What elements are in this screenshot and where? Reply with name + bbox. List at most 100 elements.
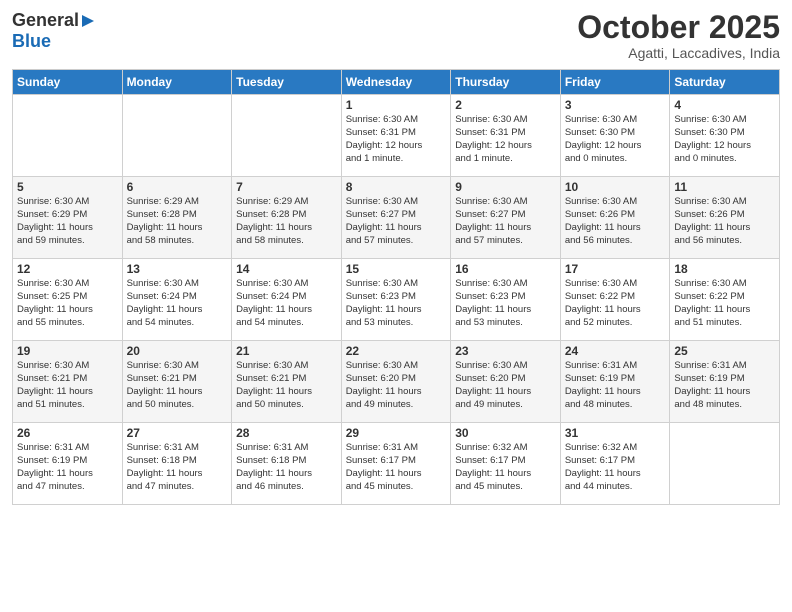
day-number: 18 xyxy=(674,262,775,276)
day-number: 1 xyxy=(346,98,447,112)
day-cell: 10Sunrise: 6:30 AM Sunset: 6:26 PM Dayli… xyxy=(560,177,670,259)
day-cell: 12 Sunrise: 6:30 AM Sunset: 6:25 PM Dayli… xyxy=(13,259,123,341)
day-number: 27 xyxy=(127,426,228,440)
day-cell: 26Sunrise: 6:31 AM Sunset: 6:19 PM Dayli… xyxy=(13,423,123,505)
day-number: 16 xyxy=(455,262,556,276)
day-info: Sunrise: 6:31 AM Sunset: 6:19 PM Dayligh… xyxy=(674,360,775,411)
day-number: 10 xyxy=(565,180,666,194)
day-info: Sunrise: 6:30 AM Sunset: 6:25 PM Dayligh… xyxy=(17,278,118,329)
calendar-container: General Blue October 2025 Agatti, Laccad… xyxy=(0,0,792,612)
col-header-tuesday: Tuesday xyxy=(232,70,342,95)
day-cell: 14 Sunrise: 6:30 AM Sunset: 6:24 PM Dayli… xyxy=(232,259,342,341)
location-subtitle: Agatti, Laccadives, India xyxy=(577,45,780,61)
day-cell: 13 Sunrise: 6:30 AM Sunset: 6:24 PM Dayli… xyxy=(122,259,232,341)
calendar-table: SundayMondayTuesdayWednesdayThursdayFrid… xyxy=(12,69,780,505)
day-cell: 5Sunrise: 6:30 AM Sunset: 6:29 PM Daylig… xyxy=(13,177,123,259)
day-cell xyxy=(670,423,780,505)
day-info: Sunrise: 6:30 AM Sunset: 6:24 PM Dayligh… xyxy=(127,278,228,329)
day-cell xyxy=(232,95,342,177)
day-cell: 30Sunrise: 6:32 AM Sunset: 6:17 PM Dayli… xyxy=(451,423,561,505)
col-header-friday: Friday xyxy=(560,70,670,95)
day-info: Sunrise: 6:30 AM Sunset: 6:21 PM Dayligh… xyxy=(17,360,118,411)
col-header-saturday: Saturday xyxy=(670,70,780,95)
day-number: 13 xyxy=(127,262,228,276)
day-number: 22 xyxy=(346,344,447,358)
day-info: Sunrise: 6:30 AM Sunset: 6:22 PM Dayligh… xyxy=(565,278,666,329)
day-info: Sunrise: 6:31 AM Sunset: 6:17 PM Dayligh… xyxy=(346,442,447,493)
day-info: Sunrise: 6:30 AM Sunset: 6:21 PM Dayligh… xyxy=(236,360,337,411)
day-info: Sunrise: 6:30 AM Sunset: 6:27 PM Dayligh… xyxy=(346,196,447,247)
day-number: 11 xyxy=(674,180,775,194)
day-info: Sunrise: 6:30 AM Sunset: 6:20 PM Dayligh… xyxy=(455,360,556,411)
col-header-sunday: Sunday xyxy=(13,70,123,95)
day-info: Sunrise: 6:30 AM Sunset: 6:26 PM Dayligh… xyxy=(674,196,775,247)
day-cell: 1Sunrise: 6:30 AM Sunset: 6:31 PM Daylig… xyxy=(341,95,451,177)
week-row-4: 19 Sunrise: 6:30 AM Sunset: 6:21 PM Dayli… xyxy=(13,341,780,423)
day-info: Sunrise: 6:30 AM Sunset: 6:23 PM Dayligh… xyxy=(455,278,556,329)
day-info: Sunrise: 6:30 AM Sunset: 6:31 PM Dayligh… xyxy=(455,114,556,165)
day-number: 25 xyxy=(674,344,775,358)
col-header-thursday: Thursday xyxy=(451,70,561,95)
day-info: Sunrise: 6:31 AM Sunset: 6:18 PM Dayligh… xyxy=(236,442,337,493)
day-info: Sunrise: 6:30 AM Sunset: 6:23 PM Dayligh… xyxy=(346,278,447,329)
logo-blue: Blue xyxy=(12,31,51,52)
header: General Blue October 2025 Agatti, Laccad… xyxy=(12,10,780,61)
day-cell: 24Sunrise: 6:31 AM Sunset: 6:19 PM Dayli… xyxy=(560,341,670,423)
day-cell: 2Sunrise: 6:30 AM Sunset: 6:31 PM Daylig… xyxy=(451,95,561,177)
day-cell: 8 Sunrise: 6:30 AM Sunset: 6:27 PM Daylig… xyxy=(341,177,451,259)
day-cell: 22 Sunrise: 6:30 AM Sunset: 6:20 PM Dayli… xyxy=(341,341,451,423)
day-number: 31 xyxy=(565,426,666,440)
week-row-2: 5Sunrise: 6:30 AM Sunset: 6:29 PM Daylig… xyxy=(13,177,780,259)
header-row: SundayMondayTuesdayWednesdayThursdayFrid… xyxy=(13,70,780,95)
day-cell xyxy=(13,95,123,177)
day-number: 30 xyxy=(455,426,556,440)
day-info: Sunrise: 6:29 AM Sunset: 6:28 PM Dayligh… xyxy=(127,196,228,247)
day-cell xyxy=(122,95,232,177)
day-info: Sunrise: 6:30 AM Sunset: 6:20 PM Dayligh… xyxy=(346,360,447,411)
day-info: Sunrise: 6:30 AM Sunset: 6:27 PM Dayligh… xyxy=(455,196,556,247)
day-number: 19 xyxy=(17,344,118,358)
day-number: 7 xyxy=(236,180,337,194)
day-number: 14 xyxy=(236,262,337,276)
day-number: 4 xyxy=(674,98,775,112)
day-cell: 18 Sunrise: 6:30 AM Sunset: 6:22 PM Dayli… xyxy=(670,259,780,341)
day-cell: 27 Sunrise: 6:31 AM Sunset: 6:18 PM Dayli… xyxy=(122,423,232,505)
day-cell: 25 Sunrise: 6:31 AM Sunset: 6:19 PM Dayli… xyxy=(670,341,780,423)
day-number: 28 xyxy=(236,426,337,440)
day-info: Sunrise: 6:31 AM Sunset: 6:18 PM Dayligh… xyxy=(127,442,228,493)
day-number: 9 xyxy=(455,180,556,194)
day-cell: 9 Sunrise: 6:30 AM Sunset: 6:27 PM Daylig… xyxy=(451,177,561,259)
day-info: Sunrise: 6:30 AM Sunset: 6:30 PM Dayligh… xyxy=(565,114,666,165)
day-info: Sunrise: 6:29 AM Sunset: 6:28 PM Dayligh… xyxy=(236,196,337,247)
day-cell: 28 Sunrise: 6:31 AM Sunset: 6:18 PM Dayli… xyxy=(232,423,342,505)
day-cell: 15Sunrise: 6:30 AM Sunset: 6:23 PM Dayli… xyxy=(341,259,451,341)
day-number: 20 xyxy=(127,344,228,358)
logo-arrow-icon xyxy=(80,13,96,29)
logo-text-block: General Blue xyxy=(12,10,96,52)
day-info: Sunrise: 6:30 AM Sunset: 6:22 PM Dayligh… xyxy=(674,278,775,329)
day-cell: 31Sunrise: 6:32 AM Sunset: 6:17 PM Dayli… xyxy=(560,423,670,505)
day-info: Sunrise: 6:30 AM Sunset: 6:21 PM Dayligh… xyxy=(127,360,228,411)
day-number: 12 xyxy=(17,262,118,276)
col-header-monday: Monday xyxy=(122,70,232,95)
day-cell: 29 Sunrise: 6:31 AM Sunset: 6:17 PM Dayli… xyxy=(341,423,451,505)
day-number: 6 xyxy=(127,180,228,194)
day-info: Sunrise: 6:30 AM Sunset: 6:24 PM Dayligh… xyxy=(236,278,337,329)
day-number: 29 xyxy=(346,426,447,440)
day-cell: 11 Sunrise: 6:30 AM Sunset: 6:26 PM Dayli… xyxy=(670,177,780,259)
col-header-wednesday: Wednesday xyxy=(341,70,451,95)
day-cell: 16 Sunrise: 6:30 AM Sunset: 6:23 PM Dayli… xyxy=(451,259,561,341)
logo: General Blue xyxy=(12,10,96,52)
day-cell: 20 Sunrise: 6:30 AM Sunset: 6:21 PM Dayli… xyxy=(122,341,232,423)
day-cell: 6 Sunrise: 6:29 AM Sunset: 6:28 PM Daylig… xyxy=(122,177,232,259)
day-number: 8 xyxy=(346,180,447,194)
day-number: 23 xyxy=(455,344,556,358)
week-row-5: 26Sunrise: 6:31 AM Sunset: 6:19 PM Dayli… xyxy=(13,423,780,505)
day-number: 5 xyxy=(17,180,118,194)
week-row-3: 12 Sunrise: 6:30 AM Sunset: 6:25 PM Dayli… xyxy=(13,259,780,341)
day-number: 3 xyxy=(565,98,666,112)
title-block: October 2025 Agatti, Laccadives, India xyxy=(577,10,780,61)
day-cell: 23 Sunrise: 6:30 AM Sunset: 6:20 PM Dayli… xyxy=(451,341,561,423)
day-cell: 19 Sunrise: 6:30 AM Sunset: 6:21 PM Dayli… xyxy=(13,341,123,423)
day-cell: 21Sunrise: 6:30 AM Sunset: 6:21 PM Dayli… xyxy=(232,341,342,423)
